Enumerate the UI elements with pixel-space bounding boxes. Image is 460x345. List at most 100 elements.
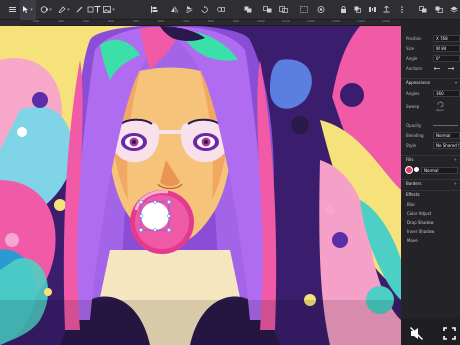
ruler-label: 700 xyxy=(183,20,189,23)
opacity-row: Opacity xyxy=(401,121,460,130)
node-tool-button[interactable]: ▾ xyxy=(40,0,52,20)
arrange-front-icon[interactable] xyxy=(418,0,428,20)
arrange-back-icon[interactable] xyxy=(434,0,444,20)
anchors-row: Anchors xyxy=(401,64,460,73)
select-tool-caret: ▾ xyxy=(30,6,33,13)
text-tool-button[interactable] xyxy=(93,0,101,20)
layers-icon[interactable] xyxy=(449,0,459,20)
anchor-right-icon[interactable] xyxy=(447,65,455,73)
angles-row: Angles 360 xyxy=(401,89,460,98)
node-icon xyxy=(40,6,49,13)
ruler-label: 1400 xyxy=(357,20,365,23)
export-icon[interactable] xyxy=(381,0,391,20)
transform-icon[interactable] xyxy=(216,0,226,20)
effect-move[interactable]: Move xyxy=(407,238,418,243)
distribute-icon[interactable] xyxy=(367,0,377,20)
arrange-icon[interactable] xyxy=(352,0,362,20)
style-row: Style No Shared Style xyxy=(401,141,460,150)
appearance-label: Appearance xyxy=(406,80,431,85)
size-row: Size W 84 xyxy=(401,44,460,53)
properties-panel: Position X 768 Size W 84 Angle 0° Anchor… xyxy=(401,20,460,345)
ruler-label: 500 xyxy=(133,20,139,23)
select-tool-button[interactable]: ▾ xyxy=(20,0,36,20)
opacity-slider[interactable] xyxy=(433,125,458,126)
fills-section-header[interactable]: Fills + xyxy=(401,155,460,163)
blending-select[interactable]: Normal xyxy=(433,132,460,139)
group-icon[interactable] xyxy=(299,0,309,20)
position-x-field[interactable]: X 768 xyxy=(433,35,460,42)
ruler-label: 1000 xyxy=(257,20,265,23)
effect-drop-shadow[interactable]: Drop Shadow xyxy=(407,220,434,225)
blending-row: Blending Normal xyxy=(401,131,460,140)
effect-blur[interactable]: Blur xyxy=(407,202,415,207)
effects-section-header[interactable]: Effects xyxy=(401,190,460,198)
angles-label: Angles xyxy=(406,91,420,96)
anchors-label: Anchors xyxy=(406,66,423,71)
ruler-label: 200 xyxy=(58,20,64,23)
speaker-muted-icon[interactable] xyxy=(410,325,424,344)
flip-vertical-icon[interactable] xyxy=(185,0,193,20)
video-controls xyxy=(401,318,460,345)
borders-label: Borders xyxy=(406,181,422,186)
fills-label: Fills xyxy=(406,157,414,162)
menu-icon[interactable] xyxy=(8,0,16,20)
brush-icon xyxy=(76,6,82,13)
angles-field[interactable]: 360 xyxy=(433,90,460,97)
blending-label: Blending xyxy=(406,133,424,138)
size-label: Size xyxy=(406,46,415,51)
fill-mode-select[interactable]: Normal xyxy=(421,166,458,174)
borders-section-header[interactable]: Borders + xyxy=(401,179,460,187)
angle-field[interactable]: 0° xyxy=(433,55,460,62)
mask-icon[interactable] xyxy=(316,0,326,20)
pen-icon xyxy=(58,6,66,13)
effect-inner-shadow[interactable]: Inner Shadow xyxy=(407,229,434,234)
align-left-icon[interactable] xyxy=(150,0,158,20)
cursor-icon xyxy=(23,6,29,13)
ruler-label: 300 xyxy=(83,20,89,23)
flip-horizontal-icon[interactable] xyxy=(170,0,178,20)
ruler-label: 600 xyxy=(158,20,164,23)
ruler-label: 400 xyxy=(108,20,114,23)
sweep-row: Sweep Open xyxy=(401,100,460,112)
sweep-open-icon[interactable] xyxy=(436,100,444,108)
ruler-label: 1100 xyxy=(282,20,290,23)
sweep-value: Open xyxy=(436,108,445,112)
fullscreen-icon[interactable] xyxy=(443,325,456,344)
ruler-label: 1300 xyxy=(332,20,340,23)
image-tool-caret: ▾ xyxy=(112,6,115,13)
rotate-icon[interactable] xyxy=(200,0,208,20)
angle-row: Angle 0° xyxy=(401,54,460,63)
view-options-icon[interactable] xyxy=(398,0,406,20)
lock-icon[interactable] xyxy=(338,0,348,20)
add-fill-icon[interactable]: + xyxy=(454,157,457,162)
angle-label: Angle xyxy=(406,56,418,61)
fill-color-swatch[interactable] xyxy=(405,166,413,174)
pen-tool-caret: ▾ xyxy=(67,6,70,13)
anchor-left-icon[interactable] xyxy=(433,65,441,73)
ruler-label: 1500 xyxy=(382,20,390,23)
style-label: Style xyxy=(406,143,417,148)
size-width-field[interactable]: W 84 xyxy=(433,45,460,52)
style-select[interactable]: No Shared Style xyxy=(433,142,460,149)
boolean-union-icon[interactable] xyxy=(243,0,253,20)
position-row: Position X 768 xyxy=(401,34,460,43)
image-tool-button[interactable]: ▾ xyxy=(103,0,115,20)
boolean-subtract-icon[interactable] xyxy=(261,0,273,20)
fill-row: Normal xyxy=(401,165,460,175)
appearance-section-header[interactable]: Appearance ▾ xyxy=(401,78,460,86)
pen-tool-button[interactable]: ▾ xyxy=(58,0,70,20)
add-border-icon[interactable]: + xyxy=(454,181,457,186)
boolean-intersect-icon[interactable] xyxy=(277,0,289,20)
ruler-label: 800 xyxy=(208,20,214,23)
sweep-label: Sweep xyxy=(406,103,420,109)
artwork-illustration[interactable] xyxy=(0,26,401,345)
brush-tool-button[interactable] xyxy=(74,0,84,20)
text-icon xyxy=(94,6,100,13)
fill-toggle-icon[interactable] xyxy=(414,167,419,172)
ruler-label: 100 xyxy=(33,20,39,23)
ruler-label: 900 xyxy=(233,20,239,23)
chevron-down-icon: ▾ xyxy=(454,80,457,85)
opacity-label: Opacity xyxy=(406,123,422,128)
effect-color-adjust[interactable]: Color Adjust xyxy=(407,211,431,216)
canvas[interactable] xyxy=(0,26,401,345)
